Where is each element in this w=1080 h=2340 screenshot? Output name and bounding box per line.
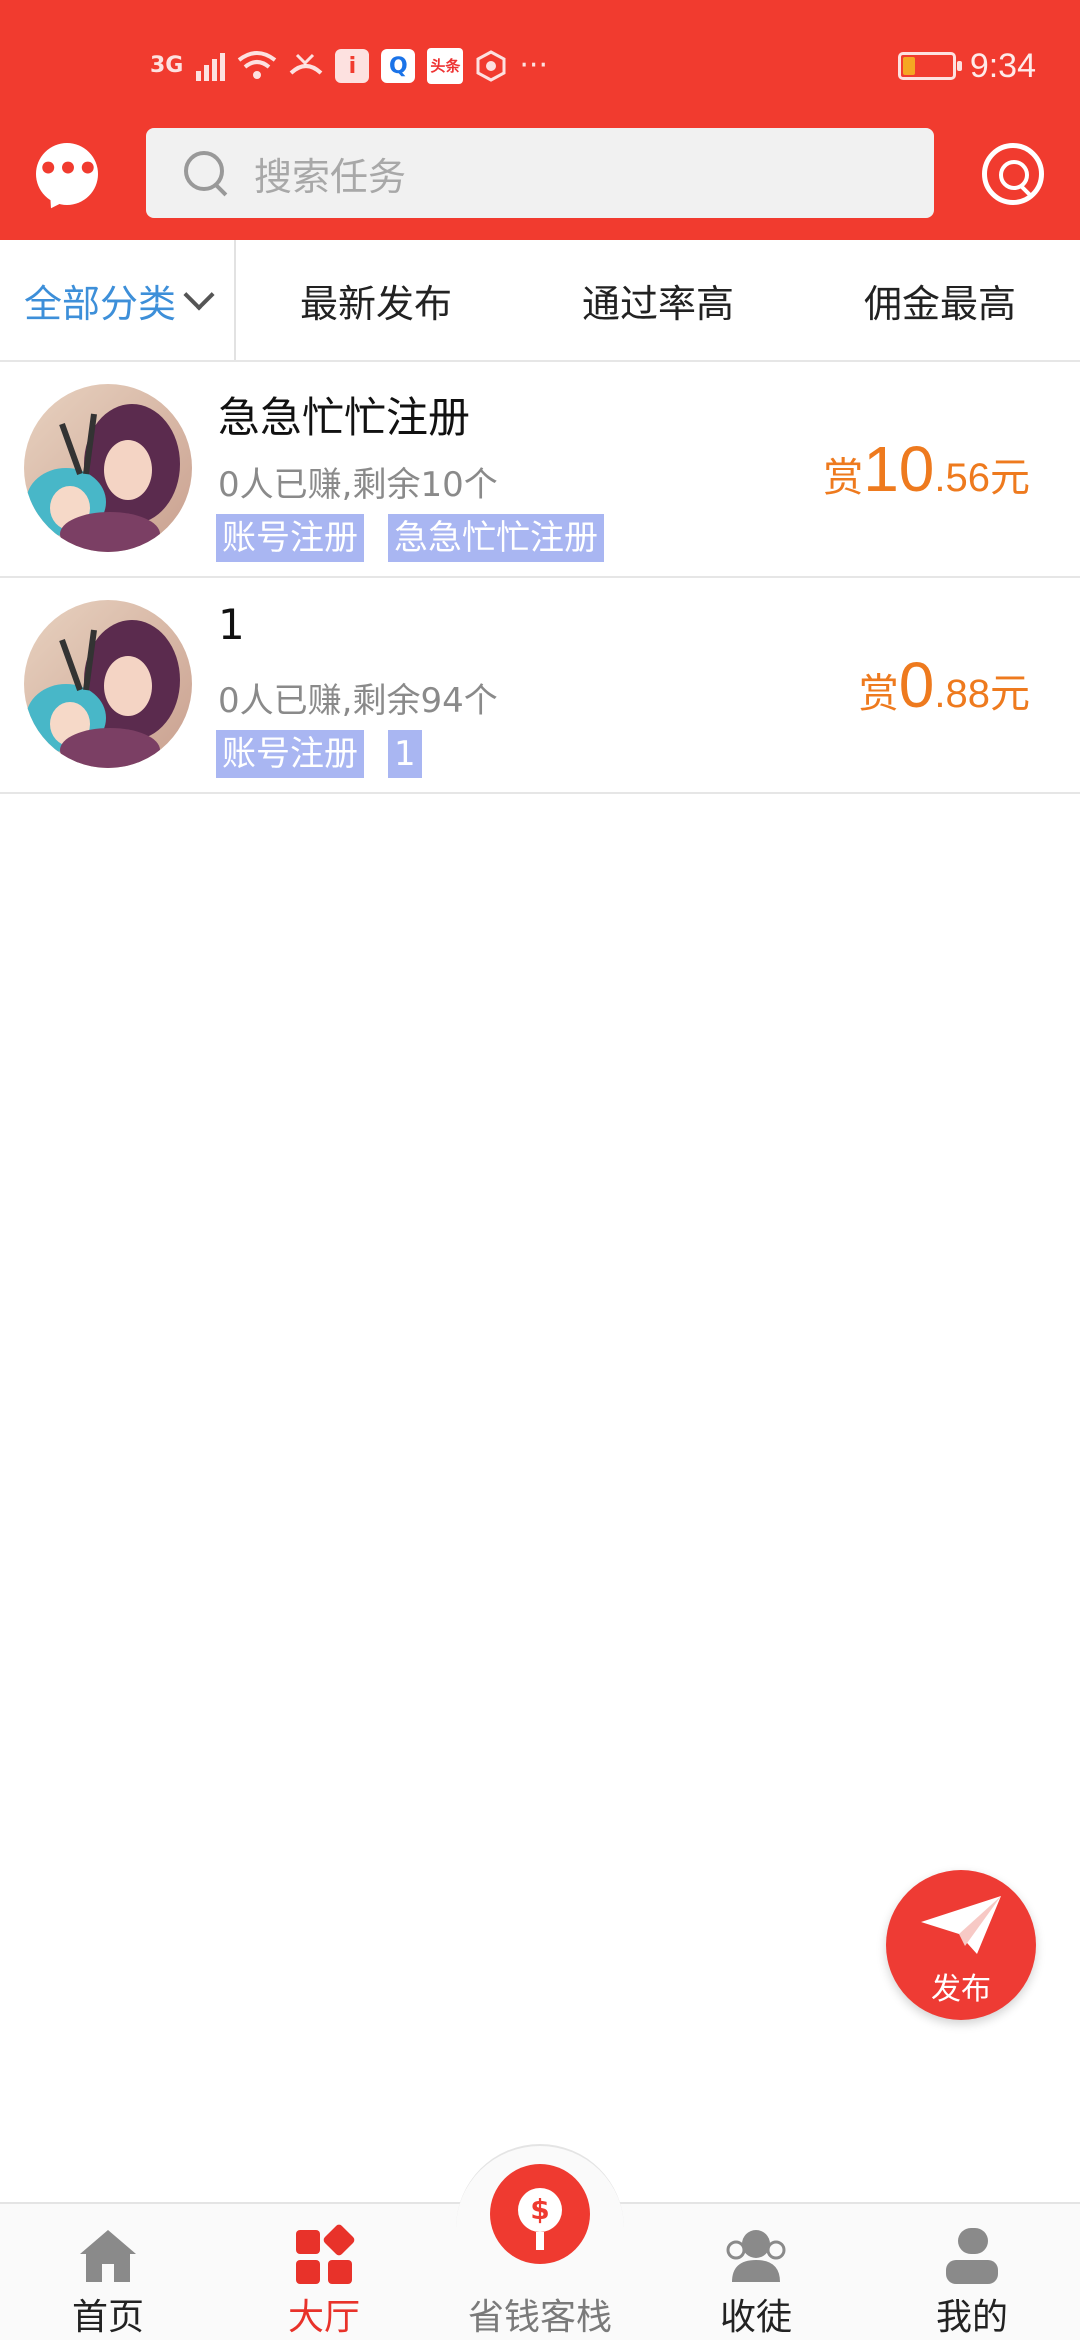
toutiao-app-icon: 头条: [427, 48, 464, 84]
nav-hall[interactable]: 大厅: [216, 2204, 432, 2340]
reward-unit: 元: [990, 671, 1030, 717]
missed-call-icon: [290, 53, 323, 75]
nav-label: 大厅: [287, 2297, 360, 2338]
reward-integer: 0: [898, 649, 935, 721]
shield-app-icon: [476, 50, 506, 82]
coin-icon: $: [518, 2188, 562, 2232]
reward-decimal: .88: [934, 672, 990, 716]
task-tag: 账号注册: [216, 730, 364, 778]
nav-profile[interactable]: 我的: [864, 2204, 1080, 2340]
hall-grid-icon: [296, 2224, 355, 2284]
reward-decimal: .56: [934, 456, 990, 500]
publish-label: 发布: [931, 1972, 991, 2007]
nav-label: 首页: [71, 2297, 144, 2338]
category-dropdown[interactable]: 全部分类: [0, 240, 236, 360]
money-lantern-icon[interactable]: $: [490, 2164, 590, 2264]
lantern-stem: [536, 2232, 544, 2250]
status-icons-left: 3G i Q 头条 ···: [150, 44, 548, 88]
clock: 9:34: [969, 46, 1036, 85]
reward-prefix: 赏: [858, 671, 899, 717]
task-title: 急急忙忙注册: [218, 393, 471, 442]
task-tags: 账号注册 急急忙忙注册: [216, 514, 604, 562]
paper-plane-icon: [921, 1896, 1001, 1954]
tab-latest[interactable]: 最新发布: [236, 240, 516, 360]
task-tag: 账号注册: [216, 514, 364, 562]
info-app-icon: i: [335, 49, 370, 83]
category-label: 全部分类: [23, 281, 176, 326]
task-tag: 1: [388, 730, 422, 778]
task-tags: 账号注册 1: [216, 730, 422, 778]
tab-commission[interactable]: 佣金最高: [800, 240, 1080, 360]
filter-bar: 全部分类 最新发布 通过率高 佣金最高: [0, 240, 1080, 362]
nav-label: 我的: [935, 2297, 1008, 2338]
task-reward: 赏 0 .88 元: [859, 648, 1030, 722]
users-icon: [726, 2230, 786, 2282]
status-bar: 3G i Q 头条 ··· 9:34: [0, 0, 1080, 130]
nav-label: 省钱客栈: [467, 2297, 612, 2338]
nav-recruit[interactable]: 收徒: [648, 2204, 864, 2340]
task-tag: 急急忙忙注册: [388, 514, 604, 562]
nav-label: 收徒: [719, 2297, 792, 2338]
profile-icon: [946, 2228, 998, 2284]
app-header: 3G i Q 头条 ··· 9:34 ••• 搜索任务: [0, 0, 1080, 240]
signal-bars-icon: [196, 53, 226, 81]
battery-icon: [897, 52, 962, 80]
chevron-down-icon: [183, 279, 215, 311]
task-title: 1: [218, 600, 245, 649]
more-dots-icon: ···: [519, 48, 548, 83]
signal-3g-icon: 3G: [150, 53, 184, 78]
task-list-item[interactable]: 急急忙忙注册 0人已赚,剩余10个 账号注册 急急忙忙注册 赏 10 .56 元: [0, 362, 1080, 578]
search-scan-button[interactable]: [982, 143, 1044, 205]
home-icon: [80, 2230, 136, 2282]
task-list-item[interactable]: 1 0人已赚,剩余94个 账号注册 1 赏 0 .88 元: [0, 578, 1080, 794]
task-avatar: [24, 600, 192, 768]
task-progress: 0人已赚,剩余10个: [218, 465, 498, 505]
publish-button[interactable]: 发布: [886, 1870, 1036, 2020]
task-avatar: [24, 384, 192, 552]
wifi-icon: [238, 51, 277, 79]
message-button[interactable]: •••: [36, 143, 99, 205]
tab-pass-rate[interactable]: 通过率高: [516, 240, 800, 360]
search-input[interactable]: 搜索任务: [146, 128, 934, 218]
search-icon: [182, 149, 230, 197]
browser-app-icon: Q: [381, 49, 416, 83]
chat-bubble-icon: •••: [37, 149, 98, 189]
reward-unit: 元: [990, 455, 1030, 501]
search-placeholder: 搜索任务: [254, 154, 407, 199]
reward-prefix: 赏: [823, 455, 864, 501]
nav-home[interactable]: 首页: [0, 2204, 216, 2340]
status-icons-right: 9:34: [897, 44, 1036, 88]
task-progress: 0人已赚,剩余94个: [218, 681, 498, 721]
reward-integer: 10: [863, 433, 935, 505]
task-reward: 赏 10 .56 元: [823, 432, 1030, 506]
